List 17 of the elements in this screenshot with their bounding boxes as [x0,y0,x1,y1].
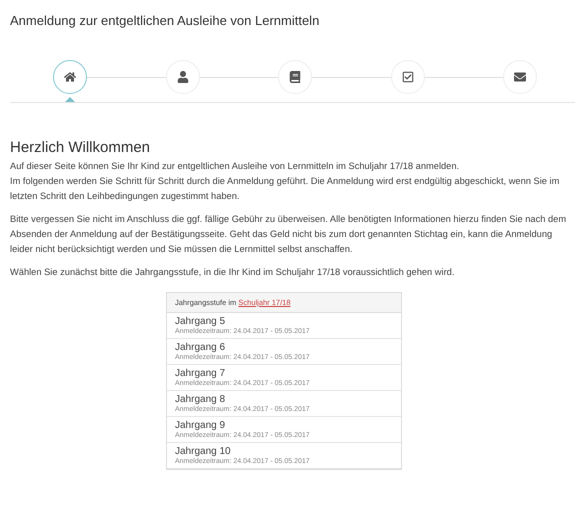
grade-title: Jahrgang 7 [175,368,226,379]
grade-title: Jahrgang 10 [175,446,232,457]
grade-title: Jahrgang 9 [175,420,226,431]
person-icon [176,71,188,83]
grade-title: Jahrgang 6 [175,342,226,353]
paragraph: Bitte vergessen Sie nicht im Anschluss die ggf. fällige Gebühr zu überweisen. Alle benötigten Informationen hierzu finden Sie nach dem Absenden der Anmeldung auf der Bestätigungsseite. Geht das Geld nicht bis zum dort genannten Stichtag ein, kann die Anmeldung leider nicht berücksichtigt werden und Sie müssen die Lernmittel selbst anschaffen. [10,213,568,256]
paragraph: Auf dieser Seite können Sie Ihr Kind zur entgeltlichen Ausleihe von Lernmitteln im Schuljahr 17/18 anmelden. Im folgenden werden Sie Schritt für Schritt durch die Anmeldung geführt. Die Anmeldung wird erst endgültig abgeschickt, wenn Sie im letzten Schritt den Leihbedingungen zugestimmt haben. [10,160,560,203]
checkbox-icon [402,71,414,83]
welcome-heading: Herzlich Willkommen [10,139,152,156]
grade-title: Jahrgang 5 [175,316,226,327]
page-title: Anmeldung zur entgeltlichen Ausleihe von Lernmitteln [10,13,320,28]
paragraph: Wählen Sie zunächst bitte die Jahrgangsstufe, in die Ihr Kind im Schuljahr 17/18 voraussichtlich gehen wird. [10,266,456,279]
grade-title: Jahrgang 8 [175,394,226,405]
home-icon [64,71,76,83]
step-button[interactable] [53,60,87,94]
book-icon [289,71,301,83]
envelope-icon [514,71,526,83]
